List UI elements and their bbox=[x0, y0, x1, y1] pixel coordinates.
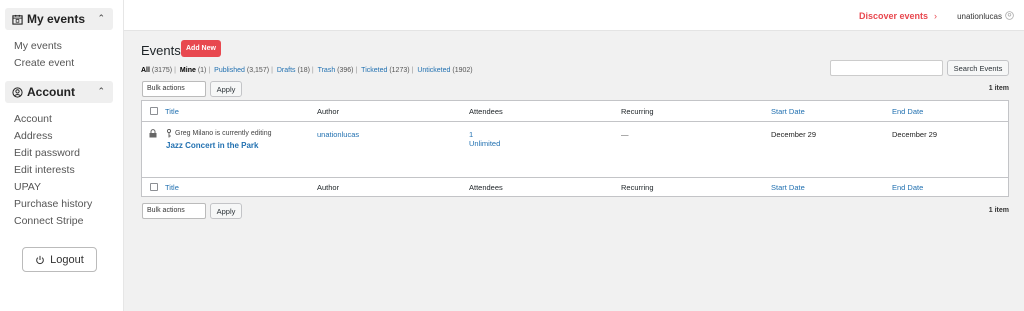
column-recurring: Recurring bbox=[621, 107, 654, 116]
user-circle-icon bbox=[11, 86, 23, 98]
bulk-actions-select[interactable]: Bulk actions bbox=[142, 203, 206, 219]
user-avatar-icon[interactable] bbox=[1005, 11, 1014, 20]
filter-count: (18) bbox=[297, 67, 310, 74]
chevron-up-icon: ⌃ bbox=[97, 13, 105, 23]
attendees-count-link[interactable]: 1 bbox=[469, 130, 473, 139]
filter-published[interactable]: Published bbox=[214, 67, 245, 74]
column-end-date[interactable]: End Date bbox=[892, 107, 923, 116]
filter-count: (1902) bbox=[452, 67, 473, 74]
filter-count: (3175) bbox=[151, 67, 173, 74]
select-all-checkbox[interactable] bbox=[150, 183, 158, 191]
add-new-button[interactable]: Add New bbox=[181, 40, 221, 57]
column-author: Author bbox=[317, 107, 340, 116]
column-attendees: Attendees bbox=[469, 107, 503, 116]
logout-label: Logout bbox=[50, 253, 84, 266]
filter-count: (396) bbox=[337, 67, 354, 74]
discover-events-link[interactable]: Discover events › bbox=[859, 11, 937, 21]
lock-icon bbox=[149, 129, 157, 138]
column-recurring: Recurring bbox=[621, 183, 654, 192]
page-title: Events bbox=[141, 43, 181, 58]
sidebar-item-address[interactable]: Address bbox=[14, 128, 92, 145]
editing-notice-text: Greg Milano is currently editing bbox=[175, 130, 272, 137]
sidebar-item-purchase-history[interactable]: Purchase history bbox=[14, 196, 92, 213]
start-date-value: December 29 bbox=[771, 130, 817, 139]
sidebar: My events ⌃ My events Create event Accou… bbox=[0, 0, 124, 311]
column-start-date[interactable]: Start Date bbox=[771, 107, 805, 116]
sidebar-nav-account: Account Address Edit password Edit inter… bbox=[14, 111, 92, 230]
filter-count: (1) bbox=[197, 67, 207, 74]
event-title-link[interactable]: Jazz Concert in the Park bbox=[166, 141, 258, 150]
sidebar-section-title: Account bbox=[27, 85, 75, 99]
column-start-date[interactable]: Start Date bbox=[771, 183, 805, 192]
logout-button[interactable]: Logout bbox=[22, 247, 97, 272]
table-header: Title Author Attendees Recurring Start D… bbox=[142, 101, 1008, 121]
sidebar-item-upay[interactable]: UPAY bbox=[14, 179, 92, 196]
column-end-date[interactable]: End Date bbox=[892, 183, 923, 192]
item-count: 1 item bbox=[988, 207, 1009, 214]
table-footer: Title Author Attendees Recurring Start D… bbox=[142, 177, 1008, 197]
filter-trash[interactable]: Trash bbox=[318, 67, 336, 74]
sidebar-section-my-events[interactable]: My events ⌃ bbox=[5, 8, 113, 30]
column-author: Author bbox=[317, 183, 340, 192]
apply-button[interactable]: Apply bbox=[210, 81, 242, 97]
sidebar-nav-my-events: My events Create event bbox=[14, 38, 74, 72]
username[interactable]: unationlucas bbox=[957, 12, 1002, 21]
filter-drafts[interactable]: Drafts bbox=[277, 67, 296, 74]
sidebar-item-my-events[interactable]: My events bbox=[14, 38, 74, 55]
chevron-right-icon: › bbox=[934, 11, 937, 21]
events-table: Title Author Attendees Recurring Start D… bbox=[141, 100, 1009, 197]
filter-count: (3,157) bbox=[246, 67, 270, 74]
select-all-checkbox[interactable] bbox=[150, 107, 158, 115]
status-filters: All (3175) | Mine (1) | Published (3,157) |… bbox=[141, 67, 473, 74]
filter-ticketed[interactable]: Ticketed bbox=[361, 67, 387, 74]
item-count: 1 item bbox=[988, 85, 1009, 92]
table-row: Greg Milano is currently editing Jazz Co… bbox=[142, 122, 1008, 177]
sidebar-item-edit-password[interactable]: Edit password bbox=[14, 145, 92, 162]
recurring-value: — bbox=[621, 130, 629, 139]
sidebar-item-account[interactable]: Account bbox=[14, 111, 92, 128]
power-icon bbox=[36, 255, 44, 264]
column-title[interactable]: Title bbox=[165, 183, 179, 192]
filter-mine[interactable]: Mine bbox=[180, 67, 196, 74]
filter-unticketed[interactable]: Unticketed bbox=[417, 67, 450, 74]
search-events-button[interactable]: Search Events bbox=[947, 60, 1009, 76]
editing-notice: Greg Milano is currently editing bbox=[166, 129, 272, 138]
column-attendees: Attendees bbox=[469, 183, 503, 192]
sidebar-item-create-event[interactable]: Create event bbox=[14, 55, 74, 72]
author-link[interactable]: unationlucas bbox=[317, 130, 359, 139]
sidebar-section-account[interactable]: Account ⌃ bbox=[5, 81, 113, 103]
top-bar: Discover events › unationlucas bbox=[124, 0, 1024, 31]
main-content: Events Add New All (3175) | Mine (1) | Pub… bbox=[124, 31, 1024, 311]
attendees-limit: Unlimited bbox=[469, 139, 501, 148]
filter-count: (1273) bbox=[389, 67, 410, 74]
apply-button[interactable]: Apply bbox=[210, 203, 242, 219]
key-icon bbox=[166, 129, 172, 138]
column-title[interactable]: Title bbox=[165, 107, 179, 116]
sidebar-item-edit-interests[interactable]: Edit interests bbox=[14, 162, 92, 179]
search-input[interactable] bbox=[830, 60, 943, 76]
sidebar-section-title: My events bbox=[27, 12, 86, 26]
discover-events-label: Discover events bbox=[858, 11, 928, 21]
calendar-icon bbox=[11, 13, 23, 25]
chevron-up-icon: ⌃ bbox=[97, 86, 105, 96]
bulk-actions-select[interactable]: Bulk actions bbox=[142, 81, 206, 97]
filter-all[interactable]: All bbox=[141, 67, 150, 74]
end-date-value: December 29 bbox=[892, 130, 938, 139]
sidebar-item-connect-stripe[interactable]: Connect Stripe bbox=[14, 213, 92, 230]
